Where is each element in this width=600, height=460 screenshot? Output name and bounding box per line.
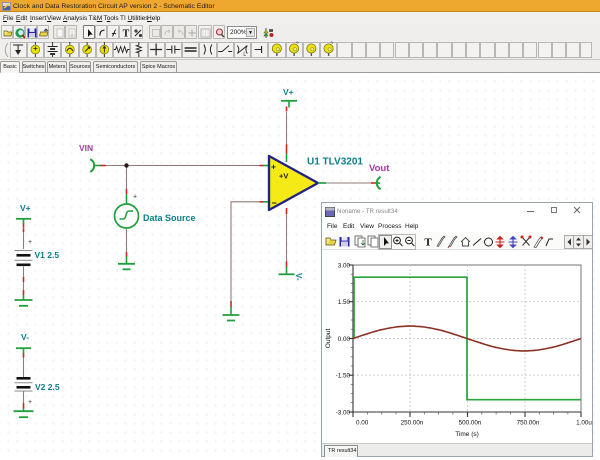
svg-text:0.00: 0.00 [356, 420, 369, 427]
svg-text:+: + [271, 162, 276, 172]
svg-text:V-: V- [294, 273, 303, 281]
svg-text:Vout: Vout [369, 163, 390, 174]
svg-text:1.00u: 1.00u [576, 420, 592, 427]
svg-text:Output: Output [325, 329, 332, 349]
svg-text:250.00n: 250.00n [401, 420, 424, 427]
svg-text:750.00n: 750.00n [517, 420, 540, 427]
svg-text:V1 2.5: V1 2.5 [35, 250, 60, 260]
svg-text:0.00: 0.00 [338, 336, 351, 343]
svg-text:Data Source: Data Source [143, 213, 196, 223]
svg-text:VIN: VIN [79, 143, 93, 153]
svg-text:V2 2.5: V2 2.5 [35, 382, 60, 392]
svg-text:+: + [28, 399, 32, 406]
svg-text:3.00: 3.00 [338, 263, 351, 270]
svg-text:Time (s): Time (s) [455, 431, 479, 438]
svg-text:U1 TLV3201: U1 TLV3201 [307, 157, 363, 168]
svg-text:1.50: 1.50 [338, 299, 351, 306]
svg-text:500.00n: 500.00n [459, 420, 482, 427]
svg-text:−: − [272, 198, 277, 208]
svg-text:V+: V+ [20, 203, 31, 213]
svg-text:T: T [424, 237, 432, 249]
svg-text:V+: V+ [283, 87, 294, 97]
svg-text:+: + [133, 194, 137, 201]
svg-text:+: + [28, 239, 32, 246]
svg-text:-1.50: -1.50 [336, 373, 351, 380]
svg-text:+V: +V [279, 172, 288, 181]
svg-text:V-: V- [21, 332, 29, 342]
svg-text:-3.00: -3.00 [336, 410, 351, 417]
